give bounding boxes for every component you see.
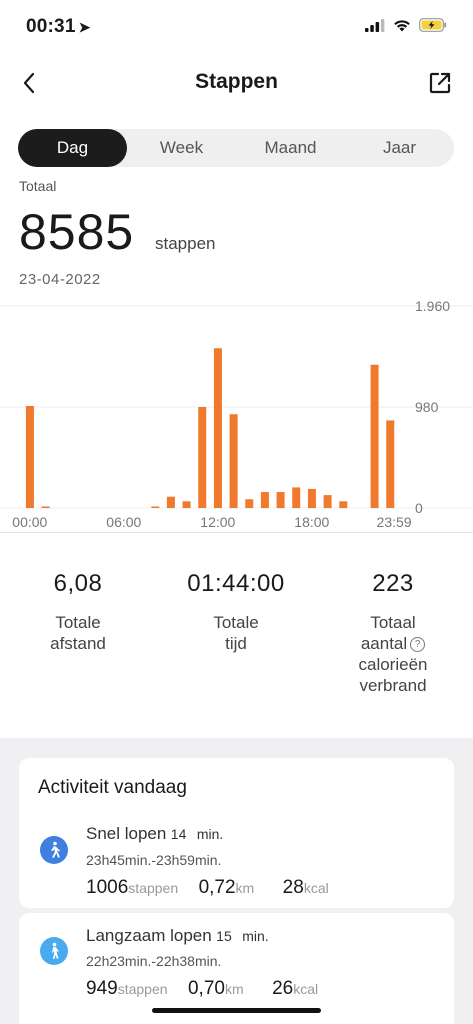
activity-min-unit: min. [196,826,224,842]
date-label: 23-04-2022 [19,271,101,288]
status-icons [365,18,447,32]
activity-metrics: 949stappen 0,70km 26kcal [86,978,318,1000]
stat-distance: 6,08 Totale afstand [3,570,153,654]
bar [292,487,301,508]
bar [307,488,316,508]
y-tick-label: 1.960 [415,298,450,314]
tab-day[interactable]: Dag [18,129,127,167]
bar [41,506,50,508]
activity-kcal: 26 [272,978,294,999]
location-arrow-icon: ➤ [78,19,91,35]
stat-value: 6,08 [53,570,103,597]
bar [182,501,191,508]
x-tick-label: 00:00 [12,514,47,530]
list-item-slow-walk[interactable]: Langzaam lopen 15 min. [86,926,269,946]
activity-distance: 0,70 [187,978,225,999]
steps-chart[interactable]: 1.960 980 0 00:00 06:00 12:00 18:00 23:59 [0,290,473,535]
signal-icon [365,18,385,32]
clock: 00:31 [26,16,76,37]
list-item-fast-walk[interactable]: Snel lopen 14 min. [86,824,223,844]
total-steps-unit: stappen [155,234,216,253]
activity-steps: 949 [86,978,118,999]
help-icon[interactable]: ? [410,637,426,653]
page-title: Stappen [195,70,278,93]
home-indicator [152,1008,321,1013]
share-icon [429,72,451,94]
activity-kcal-unit: kcal [303,880,329,896]
activity-minutes: 15 [216,928,232,944]
stat-calories: 223 Totaal aantal? calorieën verbrand [318,570,468,696]
x-tick-label: 12:00 [200,514,235,530]
activity-min-unit: min. [242,928,269,944]
activity-distance: 0,72 [198,877,236,898]
share-button[interactable] [425,68,455,98]
period-tabs: Dag Week Maand Jaar [18,129,454,167]
bar [339,501,348,508]
stat-label: Totale tijd [213,613,259,653]
activity-minutes: 14 [170,826,187,842]
activity-kcal: 28 [282,877,304,898]
activity-steps-unit: stappen [117,981,168,997]
activity-metrics: 1006stappen 0,72km 28kcal [86,877,329,899]
stat-value: 223 [372,570,414,597]
bar [245,499,254,508]
x-tick-label: 18:00 [294,514,329,530]
tab-month[interactable]: Maand [236,129,345,167]
bar [276,492,285,508]
x-tick-label: 23:59 [377,514,412,530]
tab-week[interactable]: Week [127,129,236,167]
bar [260,492,269,508]
stat-label: Totale afstand [50,613,106,653]
x-tick-label: 06:00 [106,514,141,530]
battery-icon [419,18,447,32]
wifi-icon [394,19,410,31]
bar [213,348,222,508]
bar [166,496,175,508]
stat-label: Totaal aantal? calorieën verbrand [358,613,428,695]
slow-walk-icon [40,937,68,965]
activity-distance-unit: km [235,880,255,896]
bar [229,414,238,508]
bar [25,405,34,508]
stat-value: 01:44:00 [187,570,285,597]
total-label: Totaal [19,178,57,194]
activity-range: 23h45min.-23h59min. [86,852,222,868]
activity-range: 22h23min.-22h38min. [86,953,222,969]
activity-distance-unit: km [224,981,244,997]
tab-year[interactable]: Jaar [345,129,454,167]
bar [386,420,395,508]
y-tick-label: 980 [415,399,439,415]
total-steps: 8585 [19,204,135,260]
bar [198,407,207,508]
bar [370,364,379,508]
y-tick-label: 0 [415,500,423,516]
divider [0,532,473,533]
stat-time: 01:44:00 Totale tijd [161,570,311,654]
activity-name: Langzaam lopen [86,926,212,945]
bar [323,495,332,508]
bar [151,506,160,508]
fast-walk-icon [40,836,68,864]
activity-steps: 1006 [86,877,129,898]
activity-title: Activiteit vandaag [38,777,187,798]
activity-name: Snel lopen [86,824,167,843]
activity-steps-unit: stappen [128,880,179,896]
activity-kcal-unit: kcal [293,981,319,997]
status-time: 00:31 ➤ [26,16,91,38]
